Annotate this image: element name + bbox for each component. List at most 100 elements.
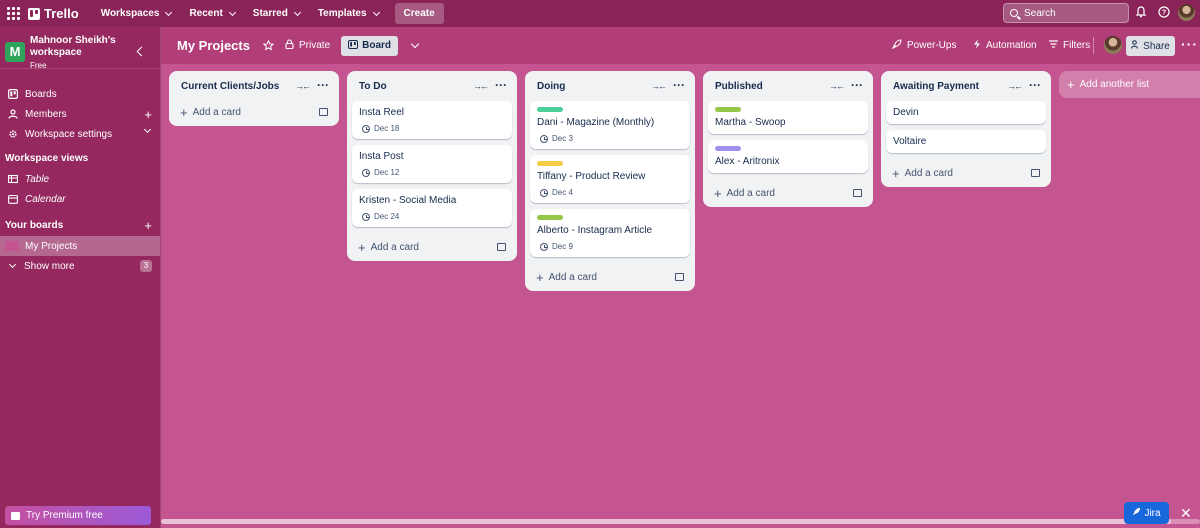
- board-horizontal-scrollbar[interactable]: [161, 519, 1200, 524]
- more-options-icon[interactable]: ···: [1181, 36, 1198, 52]
- share-button[interactable]: Share: [1126, 36, 1175, 56]
- jira-button[interactable]: Jira: [1124, 502, 1169, 524]
- member-avatar[interactable]: [1104, 36, 1122, 54]
- user-avatar[interactable]: [1178, 4, 1195, 21]
- notifications-bell-icon[interactable]: [1134, 6, 1148, 20]
- card[interactable]: Insta Post Dec 12: [352, 145, 512, 183]
- list-current-clients-jobs[interactable]: Current Clients/Jobs →← ··· + Add a card: [169, 71, 339, 126]
- board-view-button[interactable]: Board: [341, 35, 399, 56]
- lock-icon: [285, 39, 294, 52]
- card-label-lime[interactable]: [537, 215, 563, 220]
- list-published[interactable]: Published →← ··· Martha - Swoop Alex - A…: [703, 71, 873, 207]
- card-template-icon[interactable]: [675, 273, 684, 281]
- add-member-plus-icon[interactable]: +: [144, 108, 152, 121]
- board-title[interactable]: My Projects: [177, 38, 250, 53]
- add-card-button[interactable]: + Add a card: [525, 263, 695, 291]
- collapse-list-icon[interactable]: →←: [1007, 81, 1023, 91]
- views-dropdown-chevron-icon[interactable]: [410, 39, 420, 49]
- board-view-label: Board: [362, 40, 392, 51]
- card-label-yellow[interactable]: [537, 161, 563, 166]
- collapse-list-icon[interactable]: →←: [473, 81, 489, 91]
- power-ups-button[interactable]: Power-Ups: [891, 39, 956, 52]
- list-actions-icon[interactable]: ···: [851, 78, 863, 92]
- sidebar-item-workspace-settings[interactable]: Workspace settings: [0, 125, 160, 143]
- card[interactable]: Alex - Aritronix: [708, 140, 868, 173]
- list-actions-icon[interactable]: ···: [673, 78, 685, 92]
- workspace-logo[interactable]: M: [5, 42, 25, 62]
- due-date-badge[interactable]: Dec 9: [540, 242, 683, 251]
- card[interactable]: Voltaire: [886, 130, 1046, 153]
- app-switcher-icon[interactable]: [7, 6, 23, 22]
- automation-button[interactable]: Automation: [973, 39, 1037, 52]
- visibility-button[interactable]: Private: [285, 39, 330, 52]
- list-awaiting-payment[interactable]: Awaiting Payment →← ··· Devin Voltaire +…: [881, 71, 1051, 187]
- card[interactable]: Devin: [886, 101, 1046, 124]
- card-label-green[interactable]: [537, 107, 563, 112]
- list-actions-icon[interactable]: ···: [317, 78, 329, 92]
- nav-recent[interactable]: Recent: [189, 8, 236, 19]
- card[interactable]: Alberto - Instagram Article Dec 9: [530, 209, 690, 257]
- list-actions-icon[interactable]: ···: [495, 78, 507, 92]
- due-date-badge[interactable]: Dec 12: [362, 168, 505, 177]
- list-actions-icon[interactable]: ···: [1029, 78, 1041, 92]
- nav-starred[interactable]: Starred: [253, 8, 301, 19]
- clock-icon: [362, 212, 370, 221]
- card-template-icon[interactable]: [497, 243, 506, 251]
- card-template-icon[interactable]: [1031, 169, 1040, 177]
- create-button[interactable]: Create: [394, 3, 444, 24]
- card-label-lime[interactable]: [715, 107, 741, 112]
- card-template-icon[interactable]: [853, 189, 862, 197]
- workspace-name[interactable]: Mahnoor Sheikh's workspace: [30, 35, 116, 59]
- list-title[interactable]: Current Clients/Jobs: [181, 81, 279, 92]
- filters-button[interactable]: Filters: [1049, 40, 1090, 51]
- card-template-icon[interactable]: [319, 108, 328, 116]
- sidebar-item-boards[interactable]: Boards: [0, 85, 160, 103]
- list-doing[interactable]: Doing →← ··· Dani - Magazine (Monthly) D…: [525, 71, 695, 291]
- due-date-badge[interactable]: Dec 3: [540, 134, 683, 143]
- list-title[interactable]: Published: [715, 81, 763, 92]
- list-title[interactable]: Doing: [537, 81, 565, 92]
- due-date-badge[interactable]: Dec 24: [362, 212, 505, 221]
- card[interactable]: Insta Reel Dec 18: [352, 101, 512, 139]
- show-more-boards[interactable]: Show more 3: [0, 257, 160, 275]
- trello-logo[interactable]: Trello: [28, 6, 79, 21]
- add-card-button[interactable]: + Add a card: [881, 159, 1051, 187]
- card[interactable]: Dani - Magazine (Monthly) Dec 3: [530, 101, 690, 149]
- star-board-icon[interactable]: [262, 40, 274, 51]
- card[interactable]: Tiffany - Product Review Dec 4: [530, 155, 690, 203]
- chevron-down-icon: [293, 8, 301, 16]
- collapse-list-icon[interactable]: →←: [651, 81, 667, 91]
- add-card-button[interactable]: + Add a card: [347, 233, 517, 261]
- list-to-do[interactable]: To Do →← ··· Insta Reel Dec 18 Insta Pos…: [347, 71, 517, 261]
- svg-text:?: ?: [1162, 10, 1166, 17]
- card-label-purple[interactable]: [715, 146, 741, 151]
- add-card-button[interactable]: + Add a card: [169, 98, 339, 126]
- add-card-label: Add a card: [370, 241, 419, 253]
- collapse-sidebar-icon[interactable]: [136, 46, 147, 57]
- add-board-plus-icon[interactable]: +: [144, 219, 152, 232]
- due-date-badge[interactable]: Dec 18: [362, 124, 505, 133]
- try-premium-button[interactable]: Try Premium free: [5, 506, 151, 525]
- scrollbar-thumb[interactable]: [161, 519, 1171, 524]
- list-title[interactable]: Awaiting Payment: [893, 81, 979, 92]
- collapse-list-icon[interactable]: →←: [295, 81, 311, 91]
- search-input[interactable]: Search: [1003, 3, 1129, 23]
- card[interactable]: Martha - Swoop: [708, 101, 868, 134]
- add-another-list-button[interactable]: + Add another list: [1059, 71, 1200, 98]
- plus-icon: +: [1067, 77, 1075, 92]
- close-icon[interactable]: ✕: [1180, 505, 1192, 522]
- card[interactable]: Kristen - Social Media Dec 24: [352, 189, 512, 227]
- card-title: Devin: [893, 107, 919, 118]
- nav-templates[interactable]: Templates: [318, 8, 380, 19]
- sidebar-board-my-projects[interactable]: My Projects: [0, 236, 160, 256]
- sidebar-item-members[interactable]: Members +: [0, 105, 160, 123]
- sidebar-item-calendar[interactable]: Calendar: [0, 190, 160, 208]
- add-card-button[interactable]: + Add a card: [703, 179, 873, 207]
- nav-workspaces[interactable]: Workspaces: [101, 8, 173, 19]
- sidebar-item-table[interactable]: Table: [0, 170, 160, 188]
- due-date-badge[interactable]: Dec 4: [540, 188, 683, 197]
- list-title[interactable]: To Do: [359, 81, 387, 92]
- collapse-list-icon[interactable]: →←: [829, 81, 845, 91]
- help-icon[interactable]: ?: [1157, 6, 1171, 20]
- due-date-text: Dec 9: [552, 242, 573, 251]
